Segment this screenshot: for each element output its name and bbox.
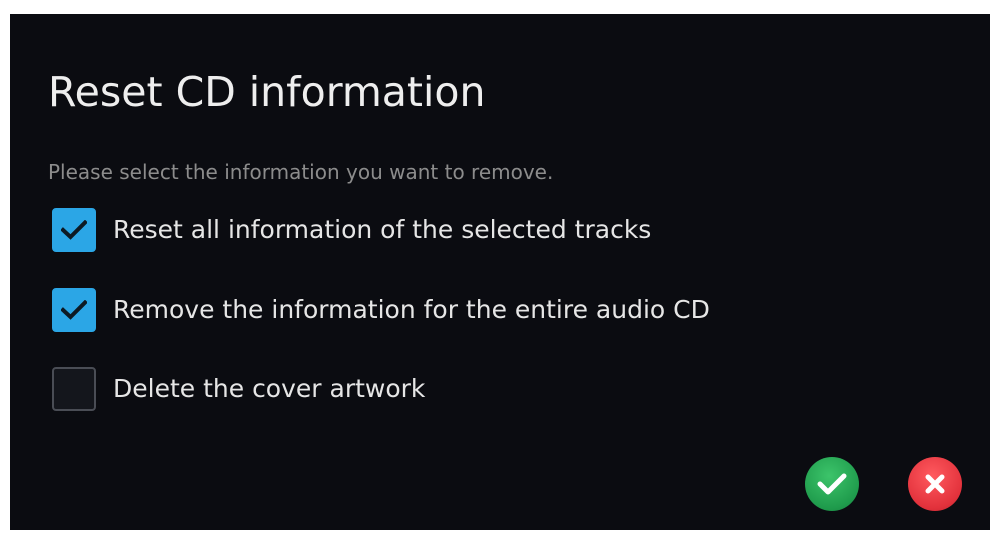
delete-cover-artwork-label: Delete the cover artwork <box>113 374 426 403</box>
delete-cover-artwork-checkbox[interactable] <box>52 367 96 411</box>
checkmark-icon <box>61 300 87 320</box>
checkmark-icon <box>61 220 87 240</box>
reset-cd-information-dialog: Reset CD information Please select the i… <box>10 14 990 530</box>
reset-selected-tracks-checkbox[interactable] <box>52 208 96 252</box>
cancel-button[interactable] <box>908 457 962 511</box>
option-remove-entire-cd[interactable]: Remove the information for the entire au… <box>52 288 710 332</box>
check-icon <box>817 473 847 495</box>
reset-selected-tracks-label: Reset all information of the selected tr… <box>113 215 652 244</box>
remove-entire-cd-checkbox[interactable] <box>52 288 96 332</box>
close-icon <box>925 474 945 494</box>
dialog-title: Reset CD information <box>48 68 486 116</box>
option-reset-selected-tracks[interactable]: Reset all information of the selected tr… <box>52 208 651 252</box>
confirm-button[interactable] <box>805 457 859 511</box>
dialog-prompt: Please select the information you want t… <box>48 160 554 184</box>
option-delete-cover-artwork[interactable]: Delete the cover artwork <box>52 367 425 411</box>
remove-entire-cd-label: Remove the information for the entire au… <box>113 295 710 324</box>
